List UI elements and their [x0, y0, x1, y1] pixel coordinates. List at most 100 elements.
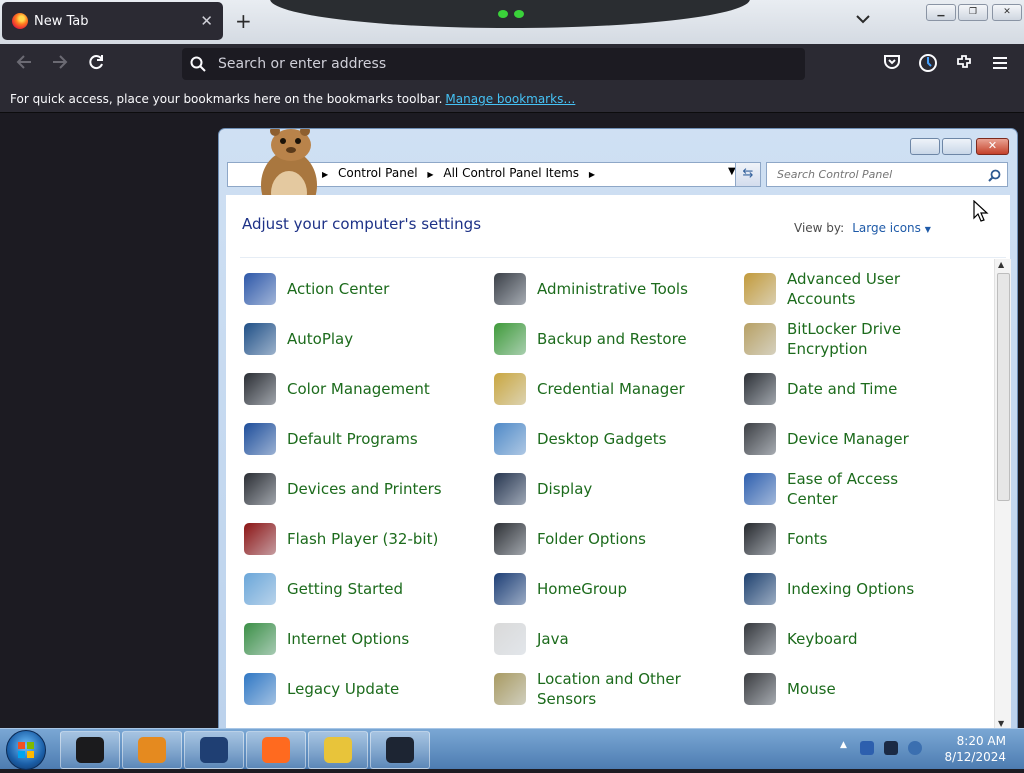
sensors-icon: [494, 673, 526, 705]
cp-item-backup-and-restore[interactable]: Backup and Restore: [494, 319, 697, 359]
vertical-scrollbar[interactable]: ▲ ▼: [994, 259, 1011, 729]
keyboard-icon: [744, 623, 776, 655]
device-manager-icon: [744, 423, 776, 455]
taskbar-button-4[interactable]: [246, 731, 306, 769]
taskbar-button-6[interactable]: [370, 731, 430, 769]
cp-item-label: Keyboard: [787, 630, 858, 648]
close-window-button[interactable]: ✕: [992, 4, 1022, 21]
reload-button[interactable]: [84, 53, 108, 77]
cp-item-keyboard[interactable]: Keyboard: [744, 619, 947, 659]
volume-tray-icon[interactable]: [908, 741, 922, 755]
flash-icon: [244, 523, 276, 555]
java-icon: [494, 623, 526, 655]
scroll-thumb[interactable]: [997, 273, 1010, 501]
show-hidden-icons[interactable]: ▲: [840, 740, 847, 750]
default-programs-icon: [244, 423, 276, 455]
cp-item-label: Desktop Gadgets: [537, 430, 667, 448]
cp-item-advanced-user-accounts[interactable]: Advanced User Accounts: [744, 269, 947, 309]
cp-item-device-manager[interactable]: Device Manager: [744, 419, 947, 459]
cp-item-homegroup[interactable]: HomeGroup: [494, 569, 697, 609]
new-tab-button[interactable]: +: [235, 11, 252, 31]
cp-item-label: Date and Time: [787, 380, 898, 398]
breadcrumb-all-items[interactable]: All Control Panel Items: [443, 166, 579, 180]
cp-item-color-management[interactable]: Color Management: [244, 369, 447, 409]
cp-item-label: Default Programs: [287, 430, 418, 448]
cp-minimize-button[interactable]: [910, 138, 940, 155]
cp-item-ease-of-access-center[interactable]: Ease of Access Center: [744, 469, 947, 509]
view-by-dropdown[interactable]: Large icons ▼: [852, 221, 931, 235]
taskbar-firefox-icon: [262, 737, 290, 763]
cp-item-flash-player-32-bit[interactable]: Flash Player (32-bit): [244, 519, 447, 559]
clock[interactable]: 8:20 AM 8/12/2024: [944, 733, 1006, 765]
cp-item-label: Display: [537, 480, 593, 498]
cp-maximize-button[interactable]: [942, 138, 972, 155]
browser-tabstrip: New Tab ✕ + ▁ ❐ ✕: [0, 0, 1024, 44]
backup-icon: [494, 323, 526, 355]
action-center-tray-icon[interactable]: [860, 741, 874, 755]
taskbar-button-1[interactable]: [60, 731, 120, 769]
restore-button[interactable]: ❐: [958, 4, 988, 21]
indexing-icon: [744, 573, 776, 605]
cp-item-internet-options[interactable]: Internet Options: [244, 619, 447, 659]
network-tray-icon[interactable]: [884, 741, 898, 755]
cp-refresh-button[interactable]: ⇆: [735, 162, 761, 187]
display-icon: [494, 473, 526, 505]
tab-close-icon[interactable]: ✕: [200, 12, 213, 30]
browser-tab[interactable]: New Tab ✕: [2, 2, 223, 40]
cp-item-getting-started[interactable]: Getting Started: [244, 569, 447, 609]
cp-item-credential-manager[interactable]: Credential Manager: [494, 369, 697, 409]
url-bar[interactable]: [182, 48, 805, 80]
bookmarks-toolbar: For quick access, place your bookmarks h…: [0, 86, 1024, 113]
cp-item-location-and-other-sensors[interactable]: Location and Other Sensors: [494, 669, 697, 709]
cp-item-display[interactable]: Display: [494, 469, 697, 509]
minimize-button[interactable]: ▁: [926, 4, 956, 21]
cp-item-action-center[interactable]: Action Center: [244, 269, 447, 309]
cp-item-date-and-time[interactable]: Date and Time: [744, 369, 947, 409]
manage-bookmarks-link[interactable]: Manage bookmarks…: [445, 92, 575, 106]
cp-search-box[interactable]: [766, 162, 1008, 187]
list-all-tabs-button[interactable]: [856, 12, 870, 28]
search-icon: [988, 167, 1001, 186]
pocket-button[interactable]: [880, 53, 904, 77]
theme-eye-left: [498, 10, 508, 18]
taskbar-button-5[interactable]: [308, 731, 368, 769]
forward-button[interactable]: [48, 53, 72, 77]
cp-item-label: Device Manager: [787, 430, 909, 448]
cp-item-indexing-options[interactable]: Indexing Options: [744, 569, 947, 609]
cp-item-mouse[interactable]: Mouse: [744, 669, 947, 709]
fonts-icon: [744, 523, 776, 555]
control-panel-window: ✕ ▶ Control Panel ▶ All Control Panel It…: [218, 128, 1018, 730]
start-button[interactable]: [6, 730, 46, 770]
view-by-value: Large icons: [852, 221, 921, 235]
cp-item-legacy-update[interactable]: Legacy Update: [244, 669, 447, 709]
scroll-down-icon[interactable]: ▼: [998, 719, 1004, 728]
extensions-button[interactable]: [952, 53, 976, 77]
taskbar-button-2[interactable]: [122, 731, 182, 769]
back-button[interactable]: [12, 53, 36, 77]
cp-item-label: Color Management: [287, 380, 430, 398]
theme-eye-right: [514, 10, 524, 18]
menu-button[interactable]: [988, 53, 1012, 77]
system-tray: ▲ 8:20 AM 8/12/2024: [834, 729, 1024, 769]
cp-item-folder-options[interactable]: Folder Options: [494, 519, 697, 559]
cp-close-button[interactable]: ✕: [976, 138, 1009, 155]
accessibility-icon: [744, 473, 776, 505]
cp-item-java[interactable]: Java: [494, 619, 697, 659]
account-button[interactable]: [916, 53, 940, 77]
chevron-down-icon: ▼: [924, 225, 931, 234]
breadcrumb-control-panel[interactable]: Control Panel: [338, 166, 418, 180]
cp-search-input[interactable]: [775, 167, 979, 182]
cp-item-bitlocker-drive-encryption[interactable]: BitLocker Drive Encryption: [744, 319, 947, 359]
cp-item-fonts[interactable]: Fonts: [744, 519, 947, 559]
cp-item-autoplay[interactable]: AutoPlay: [244, 319, 447, 359]
clock-time: 8:20 AM: [956, 734, 1006, 748]
cp-item-administrative-tools[interactable]: Administrative Tools: [494, 269, 697, 309]
url-input[interactable]: [216, 55, 780, 73]
scroll-up-icon[interactable]: ▲: [998, 260, 1004, 269]
cp-item-default-programs[interactable]: Default Programs: [244, 419, 447, 459]
firefox-icon: [12, 13, 28, 29]
cp-item-desktop-gadgets[interactable]: Desktop Gadgets: [494, 419, 697, 459]
taskbar-button-3[interactable]: [184, 731, 244, 769]
cp-item-devices-and-printers[interactable]: Devices and Printers: [244, 469, 447, 509]
page-title: Adjust your computer's settings: [242, 215, 482, 233]
